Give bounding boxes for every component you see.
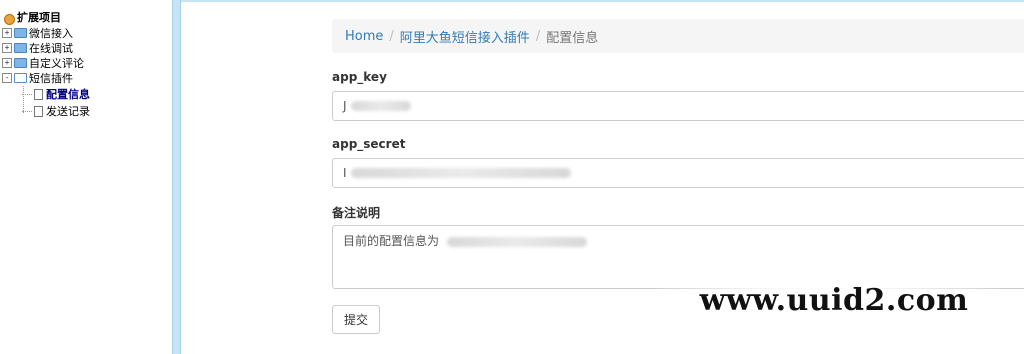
app-secret-value: I <box>343 166 347 180</box>
tree-leaf-label: 发送记录 <box>46 105 90 118</box>
expand-plus-icon[interactable]: + <box>2 28 12 38</box>
document-icon <box>34 105 43 117</box>
app-key-value: J <box>343 99 347 113</box>
breadcrumb: Home / 阿里大鱼短信接入插件 / 配置信息 <box>332 19 1024 53</box>
extension-icon <box>4 12 15 25</box>
tree-item-wechat[interactable]: + 微信接入 <box>2 25 73 41</box>
tree-connector <box>22 110 32 112</box>
note-value: 目前的配置信息为 <box>343 234 440 248</box>
redacted-text <box>350 168 571 178</box>
app-key-input[interactable]: J <box>332 91 1024 121</box>
tree-leaf-config[interactable]: 配置信息 <box>22 86 90 102</box>
breadcrumb-separator: / <box>535 28 541 44</box>
tree-item-debug[interactable]: + 在线调试 <box>2 40 73 56</box>
expand-plus-icon[interactable]: + <box>2 43 12 53</box>
watermark-text: www.uuid2.com <box>699 282 969 318</box>
breadcrumb-separator: / <box>389 28 394 44</box>
submit-button[interactable]: 提交 <box>332 305 380 334</box>
redacted-text <box>350 101 411 111</box>
tree-item-sms[interactable]: - 短信插件 <box>2 70 73 86</box>
app-secret-input[interactable]: I <box>332 158 1024 188</box>
collapse-minus-icon[interactable]: - <box>2 73 12 83</box>
tree-leaf-label: 配置信息 <box>46 88 90 101</box>
open-folder-icon <box>14 73 27 83</box>
note-label: 备注说明 <box>332 206 381 220</box>
panel-divider[interactable] <box>172 0 181 354</box>
app-secret-label: app_secret <box>332 137 406 151</box>
expand-plus-icon[interactable]: + <box>2 58 12 68</box>
tree-leaf-history[interactable]: 发送记录 <box>22 103 90 119</box>
breadcrumb-home-link[interactable]: Home <box>345 29 383 44</box>
tree-root-label: 扩展项目 <box>17 11 61 24</box>
document-icon <box>34 88 43 100</box>
tree-item-comments[interactable]: + 自定义评论 <box>2 55 84 71</box>
folder-icon <box>14 43 27 53</box>
tree-connector <box>22 93 32 95</box>
tree-item-label: 自定义评论 <box>29 57 84 70</box>
breadcrumb-plugin-link[interactable]: 阿里大鱼短信接入插件 <box>400 27 530 46</box>
plugin-tree: 扩展项目 + 微信接入 + 在线调试 + 自定义评论 - 短信插件 配置信息 发… <box>0 0 172 354</box>
redacted-text <box>446 236 587 247</box>
folder-icon <box>14 58 27 68</box>
tree-item-label: 在线调试 <box>29 42 73 55</box>
tree-item-label: 微信接入 <box>29 27 73 40</box>
folder-icon <box>14 28 27 38</box>
breadcrumb-current: 配置信息 <box>546 30 599 46</box>
app-key-label: app_key <box>332 70 387 84</box>
tree-item-label: 短信插件 <box>29 72 73 85</box>
tree-root[interactable]: 扩展项目 <box>4 9 61 25</box>
